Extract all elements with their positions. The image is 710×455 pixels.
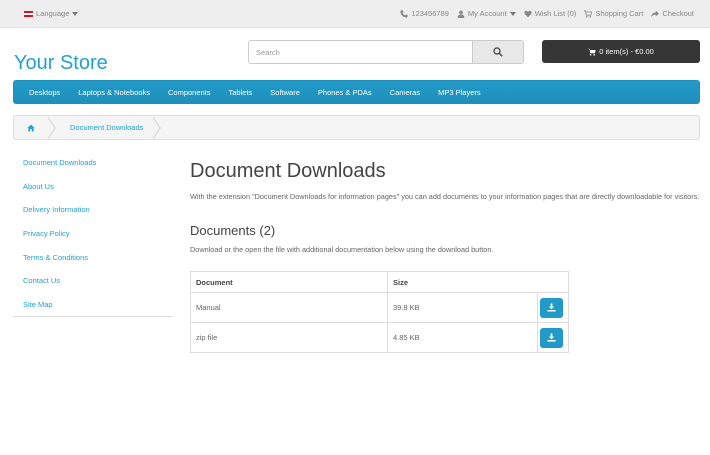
top-bar: Language 123456789 My Account Wish List … [0,0,710,28]
information-sidebar: Document Downloads About Us Delivery Inf… [13,150,173,317]
sidebar-item-contact-us[interactable]: Contact Us [13,268,173,292]
menu-item-components[interactable]: Components [159,88,220,97]
documents-table: Document Size Manual 39.8 KB zip file 4.… [190,271,569,353]
main-menu: Desktops Laptops & Notebooks Components … [13,80,700,104]
menu-item-laptops[interactable]: Laptops & Notebooks [69,88,159,97]
table-header-row: Document Size [191,272,568,292]
intro-text: With the extension "Document Downloads f… [190,192,700,201]
document-name: Manual [191,293,388,322]
download-icon [547,333,556,342]
uk-flag-icon [24,10,33,17]
sidebar-item-about-us[interactable]: About Us [13,174,173,198]
wishlist-link[interactable]: Wish List (0) [524,9,577,18]
menu-item-software[interactable]: Software [261,88,309,97]
breadcrumb-home[interactable] [14,116,48,139]
share-icon [651,10,660,17]
phone-icon [400,9,408,18]
sidebar-item-document-downloads[interactable]: Document Downloads [13,150,173,174]
document-name: zip file [191,323,388,352]
my-account-label: My Account [467,9,507,18]
header-action [538,272,568,292]
documents-heading: Documents (2) [190,223,276,238]
wishlist-label: Wish List (0) [534,9,577,18]
cart-icon [584,9,593,18]
language-label: Language [36,9,70,18]
my-account-dropdown[interactable]: My Account [457,9,516,18]
caret-down-icon [72,11,79,16]
heart-icon [524,10,532,17]
download-button[interactable] [540,297,563,318]
breadcrumb: Document Downloads [13,115,700,140]
menu-item-desktops[interactable]: Desktops [20,88,69,97]
cart-summary: 0 item(s) - €0.00 [599,47,654,56]
checkout-label: Checkout [662,9,694,18]
document-size: 39.8 KB [388,293,538,322]
header-size: Size [393,277,409,287]
shopping-cart-link[interactable]: Shopping Cart [584,9,643,18]
header-document: Document [191,272,388,292]
search-icon [493,47,503,57]
shopping-cart-label: Shopping Cart [595,9,644,18]
search-bar [248,40,524,64]
page-title: Document Downloads [190,160,386,182]
main-content: Document Downloads With the extension "D… [190,160,705,254]
table-row: zip file 4.85 KB [191,322,568,352]
caret-down-icon [509,11,516,16]
document-size: 4.85 KB [388,323,538,352]
menu-item-cameras[interactable]: Cameras [381,88,429,97]
documents-description: Download or the open the file with addit… [190,245,494,254]
checkout-link[interactable]: Checkout [651,9,694,18]
sidebar-item-terms-conditions[interactable]: Terms & Conditions [13,245,173,269]
phone-link[interactable]: 123456789 [400,9,449,18]
language-selector[interactable]: Language [24,9,79,18]
sidebar-item-privacy-policy[interactable]: Privacy Policy [13,221,173,245]
download-button[interactable] [540,327,563,348]
phone-number: 123456789 [411,9,449,18]
action-cell [538,293,568,322]
sidebar-item-site-map[interactable]: Site Map [13,292,173,316]
download-icon [547,303,556,312]
sidebar-item-delivery-information[interactable]: Delivery Information [13,197,173,221]
cart-button[interactable]: 0 item(s) - €0.00 [542,40,700,63]
breadcrumb-separator [152,115,162,140]
menu-item-phones[interactable]: Phones & PDAs [309,88,381,97]
breadcrumb-separator [47,115,56,140]
user-icon [457,10,465,18]
table-row: Manual 39.8 KB [191,292,568,322]
cart-icon [588,48,596,56]
menu-item-mp3-players[interactable]: MP3 Players [429,88,490,97]
search-input[interactable] [249,41,472,63]
top-links: 123456789 My Account Wish List (0) Shopp… [400,9,694,18]
search-button[interactable] [472,41,523,63]
store-logo[interactable]: Your Store [14,52,108,75]
menu-item-tablets[interactable]: Tablets [220,88,262,97]
action-cell [538,323,568,352]
home-icon [27,124,35,131]
breadcrumb-current[interactable]: Document Downloads [56,123,153,132]
